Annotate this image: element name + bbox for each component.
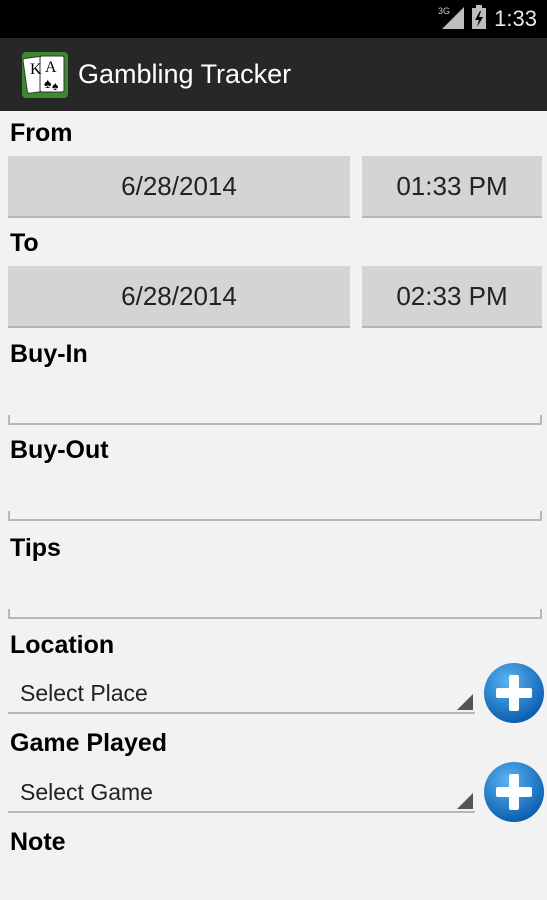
game-select[interactable]: Select Game [8, 773, 475, 813]
plus-circle-icon [484, 663, 544, 723]
to-date-button[interactable]: 6/28/2014 [8, 266, 350, 328]
add-location-button[interactable] [483, 662, 545, 724]
buyout-label: Buy-Out [10, 436, 109, 464]
location-label: Location [10, 631, 115, 659]
svg-text:A: A [45, 59, 57, 76]
tips-input[interactable] [8, 609, 542, 619]
buyin-label: Buy-In [10, 340, 88, 368]
add-game-button[interactable] [483, 761, 545, 823]
svg-text:♠: ♠ [44, 75, 52, 91]
location-select-value: Select Place [20, 680, 148, 706]
plus-circle-icon [484, 762, 544, 822]
buyout-input[interactable] [8, 511, 542, 521]
location-select[interactable]: Select Place [8, 674, 475, 714]
game-played-label: Game Played [10, 729, 168, 757]
signal-icon: 3G [438, 5, 465, 34]
tips-label: Tips [10, 534, 61, 562]
svg-text:♠: ♠ [52, 79, 59, 93]
to-time-button[interactable]: 02:33 PM [362, 266, 542, 328]
app-title: Gambling Tracker [78, 59, 292, 89]
from-time-button[interactable]: 01:33 PM [362, 156, 542, 218]
status-icons: 3G 1:33 [438, 0, 537, 38]
dropdown-arrow-icon [457, 694, 473, 710]
svg-text:K: K [30, 61, 42, 78]
note-label: Note [10, 828, 66, 856]
battery-icon [472, 4, 487, 34]
to-label: To [10, 229, 39, 257]
status-time: 1:33 [494, 6, 537, 31]
from-date-button[interactable]: 6/28/2014 [8, 156, 350, 218]
from-label: From [10, 119, 73, 147]
dropdown-arrow-icon [457, 793, 473, 809]
action-bar: K A ♠ ♠ Gambling Tracker [0, 38, 547, 111]
playing-cards-icon[interactable]: K A ♠ ♠ [22, 51, 68, 98]
status-bar: 3G 1:33 [0, 0, 547, 38]
network-type-label: 3G [438, 6, 450, 16]
buyin-input[interactable] [8, 415, 542, 425]
game-select-value: Select Game [20, 779, 153, 805]
